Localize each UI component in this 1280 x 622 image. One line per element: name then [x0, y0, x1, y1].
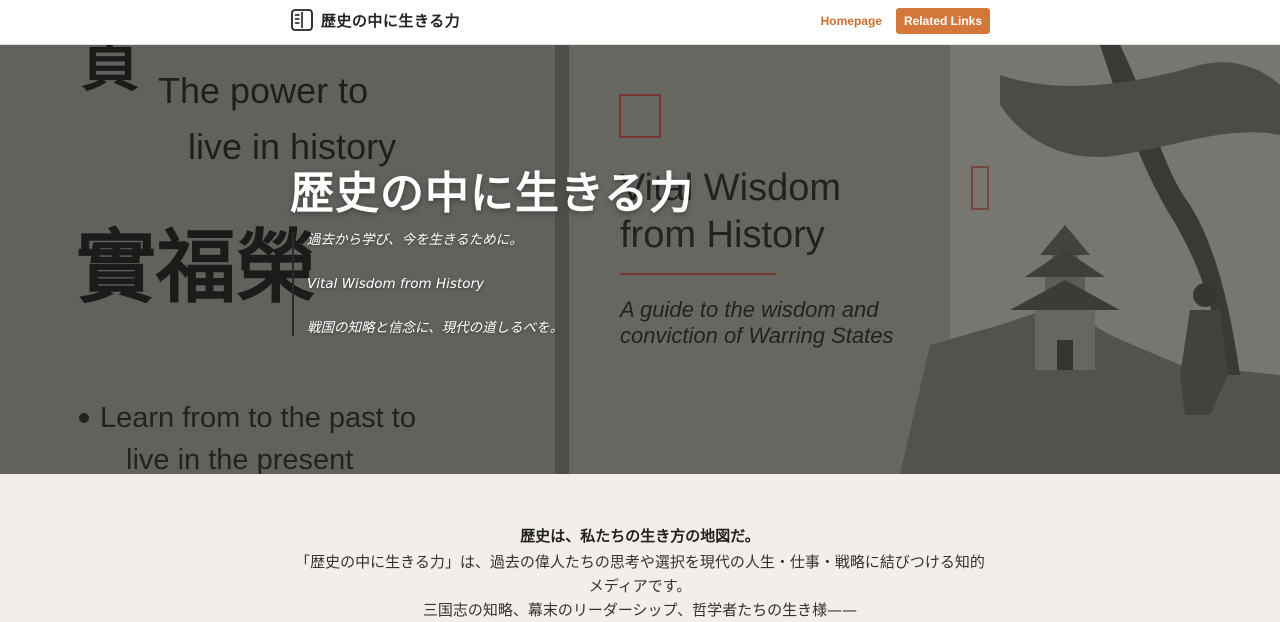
brand-title: 歴史の中に生きる力 [321, 11, 461, 30]
brand[interactable]: 歴史の中に生きる力 [290, 8, 460, 32]
hero-title: 歴史の中に生きる力 [290, 168, 695, 219]
site-header: 歴史の中に生きる力 Homepage Related Links [0, 0, 1280, 45]
intro-section: 歴史は、私たちの生き方の地図だ。 「歴史の中に生きる力」は、過去の偉人たちの思考… [0, 474, 1280, 619]
hero-tagline-line: 戦国の知略と信念に、現代の道しるべを。 [307, 320, 564, 336]
hero-tagline-line: Vital Wisdom from History [307, 276, 485, 292]
intro-heading: 歴史は、私たちの生き方の地図だ。 [520, 527, 760, 545]
nav-homepage-link[interactable]: Homepage [821, 14, 882, 28]
book-icon [291, 9, 313, 31]
main-nav: Homepage Related Links [821, 8, 990, 34]
hero-overlay [0, 45, 1280, 474]
intro-paragraph: 三国志の知略、幕末のリーダーシップ、哲学者たちの生き様—— [422, 601, 858, 619]
hero-section: The power to live in history 貞 實福榮 Vital… [0, 45, 1280, 474]
intro-paragraph: 「歴史の中に生きる力」は、過去の偉人たちの思考や選択を現代の人生・仕事・戦略に結… [295, 553, 985, 595]
hero-tagline-block: 過去から学び、今を生きるために。 Vital Wisdom from Histo… [292, 232, 563, 336]
hero-tagline-line: 過去から学び、今を生きるために。 [307, 232, 523, 248]
nav-related-links-button[interactable]: Related Links [895, 8, 990, 34]
